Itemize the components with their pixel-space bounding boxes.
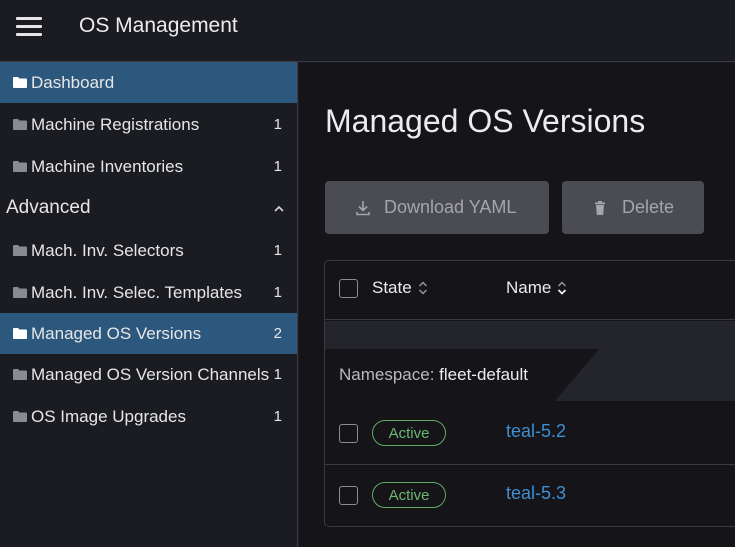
sidebar-item-count: 1 xyxy=(273,408,282,425)
row-name-link[interactable]: teal-5.2 xyxy=(506,421,566,442)
column-label: State xyxy=(372,278,412,297)
status-badge: Active xyxy=(372,482,446,508)
table-row: Active teal-5.2 xyxy=(325,402,735,465)
delete-button[interactable]: Delete xyxy=(562,181,704,234)
sidebar-item-machine-inventories[interactable]: Machine Inventories 1 xyxy=(0,146,297,187)
select-all-checkbox[interactable] xyxy=(339,279,358,298)
status-badge: Active xyxy=(372,420,446,446)
versions-table: State Name Namespace: fleet-default Acti… xyxy=(324,260,735,527)
folder-icon xyxy=(13,161,27,172)
folder-icon xyxy=(13,328,27,339)
sidebar-item-count: 1 xyxy=(273,366,282,383)
delete-label: Delete xyxy=(622,197,675,217)
folder-icon xyxy=(13,369,27,380)
table-row: Active teal-5.3 xyxy=(325,466,735,526)
column-header-state[interactable]: State xyxy=(372,278,428,298)
column-label: Name xyxy=(506,278,552,297)
row-checkbox[interactable] xyxy=(339,424,358,443)
top-header: OS Management xyxy=(0,0,735,62)
sidebar-item-label: Managed OS Version Channels xyxy=(31,364,270,384)
sidebar-group-advanced[interactable]: Advanced xyxy=(0,188,297,228)
folder-icon xyxy=(13,287,27,298)
folder-icon xyxy=(13,119,27,130)
sidebar-item-count: 1 xyxy=(273,284,282,301)
folder-icon xyxy=(13,245,27,256)
sidebar-item-machine-registrations[interactable]: Machine Registrations 1 xyxy=(0,104,297,145)
sidebar-item-label: Machine Inventories xyxy=(31,156,184,176)
group-label: Advanced xyxy=(6,197,91,218)
sidebar-item-count: 2 xyxy=(273,325,282,342)
chevron-up-icon[interactable] xyxy=(273,201,285,212)
namespace-value: fleet-default xyxy=(439,365,529,384)
sidebar-item-managed-os-version-channels[interactable]: Managed OS Version Channels 1 xyxy=(0,354,297,395)
download-yaml-button[interactable]: Download YAML xyxy=(325,181,549,234)
namespace-label: Namespace: xyxy=(339,365,435,384)
sidebar-item-label: Mach. Inv. Selec. Templates xyxy=(31,282,243,302)
sidebar-item-dashboard[interactable]: Dashboard xyxy=(0,62,297,103)
sort-icon xyxy=(418,280,428,296)
sidebar-item-mach-inv-selectors[interactable]: Mach. Inv. Selectors 1 xyxy=(0,230,297,271)
sidebar-item-label: Mach. Inv. Selectors xyxy=(31,240,184,260)
row-checkbox[interactable] xyxy=(339,486,358,505)
sidebar-item-label: Machine Registrations xyxy=(31,114,200,134)
download-yaml-label: Download YAML xyxy=(384,197,517,217)
folder-icon xyxy=(13,411,27,422)
trash-icon xyxy=(592,200,608,216)
sort-icon xyxy=(557,280,567,296)
sidebar-item-count: 1 xyxy=(273,158,282,175)
sidebar-item-mach-inv-selec-templates[interactable]: Mach. Inv. Selec. Templates 1 xyxy=(0,272,297,313)
sidebar-item-count: 1 xyxy=(273,116,282,133)
sidebar-item-label: Dashboard xyxy=(31,72,115,92)
main-content: Managed OS Versions Download YAML Delete… xyxy=(299,63,735,547)
sidebar-item-label: OS Image Upgrades xyxy=(31,406,186,426)
sidebar-item-label: Managed OS Versions xyxy=(31,323,202,343)
row-name-link[interactable]: teal-5.3 xyxy=(506,483,566,504)
column-header-name[interactable]: Name xyxy=(506,278,567,298)
app-title: OS Management xyxy=(79,14,238,37)
page-title: Managed OS Versions xyxy=(325,103,646,139)
download-icon xyxy=(355,200,371,216)
sidebar-item-os-image-upgrades[interactable]: OS Image Upgrades 1 xyxy=(0,396,297,437)
folder-icon xyxy=(13,77,27,88)
namespace-group-label: Namespace: fleet-default xyxy=(339,365,528,385)
sidebar-item-managed-os-versions[interactable]: Managed OS Versions 2 xyxy=(0,313,297,354)
menu-icon[interactable] xyxy=(16,17,42,37)
sidebar: Dashboard Machine Registrations 1 Machin… xyxy=(0,62,298,547)
sidebar-item-count: 1 xyxy=(273,242,282,259)
table-header: State Name xyxy=(325,261,735,320)
